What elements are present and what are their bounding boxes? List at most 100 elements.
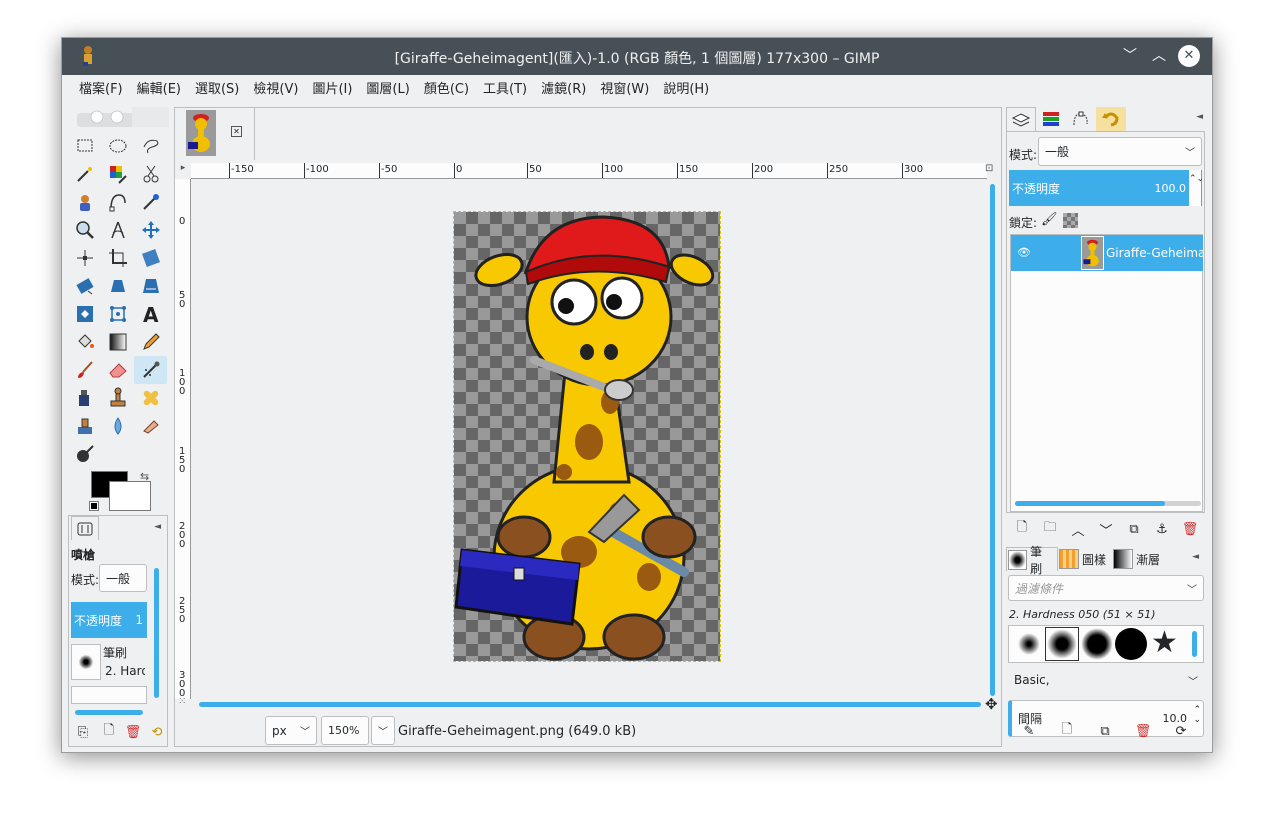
brush-dock-menu-arrow-icon[interactable]: ◄ <box>1192 552 1199 562</box>
quickmask-corner-icon[interactable]: ▸ <box>175 163 191 179</box>
measure-icon[interactable] <box>101 216 134 244</box>
blend-icon[interactable] <box>101 328 134 356</box>
fuzzy-select-icon[interactable] <box>68 160 101 188</box>
brush-filter-input[interactable]: 過濾條件 ﹀ <box>1008 575 1204 601</box>
unit-select[interactable]: px ﹀ <box>265 716 317 745</box>
brush-grid-scrollbar[interactable] <box>1192 631 1197 657</box>
opacity-slider[interactable]: 不透明度 1 <box>71 602 147 638</box>
select-by-color-icon[interactable] <box>101 160 134 188</box>
bucket-fill-icon[interactable] <box>68 328 101 356</box>
mode-select[interactable]: 一般 <box>99 564 147 592</box>
zoom-fit-icon[interactable]: ⊡ <box>985 163 999 177</box>
refresh-brushes-icon[interactable]: ⟳ <box>1162 719 1200 743</box>
perspective-clone-icon[interactable] <box>68 412 101 440</box>
options-hscrollbar[interactable] <box>75 710 143 715</box>
perspective-icon[interactable] <box>101 272 134 300</box>
duplicate-layer-icon[interactable]: ⧉ <box>1120 517 1148 541</box>
new-layer-group-icon[interactable]: 🗀 <box>1036 517 1064 541</box>
delete-layer-icon[interactable]: 🗑 <box>1176 517 1204 541</box>
transform-icon[interactable] <box>134 244 167 272</box>
rotate-icon[interactable] <box>68 272 101 300</box>
layer-mode-select[interactable]: 一般 ﹀ <box>1038 137 1202 166</box>
menu-view[interactable]: 檢視(V) <box>246 75 305 105</box>
color-picker-icon[interactable] <box>134 188 167 216</box>
duplicate-brush-icon[interactable]: ⧉ <box>1086 719 1124 743</box>
menu-file[interactable]: 檔案(F) <box>72 75 130 105</box>
paths-tab[interactable] <box>1066 107 1096 131</box>
warp-icon[interactable] <box>134 272 167 300</box>
menu-colors[interactable]: 顏色(C) <box>417 75 476 105</box>
clone-icon[interactable] <box>101 384 134 412</box>
size-field[interactable] <box>71 686 147 704</box>
canvas-area[interactable] <box>192 180 988 698</box>
brush-hardness-100[interactable] <box>1115 628 1147 660</box>
ellipse-select-icon[interactable] <box>101 132 134 160</box>
reset-options-icon[interactable]: ⟲ <box>145 720 169 744</box>
minimize-button[interactable]: ﹀ <box>1119 45 1141 67</box>
brush-tag-select[interactable]: Basic, ﹀ <box>1008 667 1204 693</box>
rect-select-icon[interactable] <box>68 132 101 160</box>
brush-star-icon[interactable]: ★ <box>1151 626 1178 660</box>
align-icon[interactable] <box>68 244 101 272</box>
options-scrollbar[interactable] <box>154 568 159 698</box>
visibility-eye-icon[interactable]: 👁 <box>1017 246 1031 259</box>
heal-icon[interactable] <box>134 384 167 412</box>
patterns-tab[interactable]: 圖樣 <box>1058 547 1112 571</box>
opacity-spin-icon[interactable]: ⌃⌄ <box>1189 170 1204 206</box>
menu-tools[interactable]: 工具(T) <box>476 75 534 105</box>
free-select-icon[interactable] <box>134 132 167 160</box>
dodge-burn-icon[interactable] <box>68 440 101 468</box>
layer-opacity-slider[interactable]: 不透明度 100.0 ⌃⌄ <box>1009 170 1204 206</box>
lock-alpha-icon[interactable] <box>1063 213 1078 228</box>
ink-icon[interactable] <box>68 384 101 412</box>
menu-edit[interactable]: 編輯(E) <box>130 75 188 105</box>
gradients-tab[interactable]: 漸層 <box>1112 547 1166 571</box>
close-tab-icon[interactable]: ✕ <box>231 126 242 137</box>
zoom-dropdown[interactable]: ﹀ <box>371 716 395 745</box>
cage-icon[interactable] <box>101 300 134 328</box>
eraser-icon[interactable] <box>101 356 134 384</box>
horizontal-scrollbar[interactable] <box>199 702 981 707</box>
zoom-field[interactable]: 150% <box>321 716 369 745</box>
restore-options-icon[interactable]: 🗋 <box>97 720 121 744</box>
new-brush-icon[interactable]: 🗋 <box>1048 719 1086 743</box>
paths-icon[interactable] <box>101 188 134 216</box>
tool-options-tab[interactable] <box>71 516 99 540</box>
layers-tab[interactable] <box>1006 107 1036 131</box>
new-layer-icon[interactable]: 🗋 <box>1008 517 1036 541</box>
image-tab[interactable]: ✕ <box>175 108 255 160</box>
flip-icon[interactable] <box>68 300 101 328</box>
layers-scrollbar[interactable] <box>1015 501 1165 506</box>
vertical-scrollbar[interactable] <box>990 184 995 696</box>
brush-hardness-075[interactable] <box>1081 628 1113 660</box>
menu-windows[interactable]: 視窗(W) <box>593 75 656 105</box>
edit-brush-icon[interactable]: ✎ <box>1010 719 1048 743</box>
scissors-select-icon[interactable] <box>134 160 167 188</box>
brushes-tab[interactable]: 筆刷 <box>1006 545 1058 576</box>
brush-hardness-050[interactable] <box>1045 627 1079 661</box>
menu-help[interactable]: 說明(H) <box>656 75 716 105</box>
background-color-swatch[interactable] <box>109 481 151 511</box>
channels-tab[interactable] <box>1036 107 1066 131</box>
anchor-layer-icon[interactable]: ⚓ <box>1148 517 1176 541</box>
menu-layer[interactable]: 圖層(L) <box>359 75 416 105</box>
undo-history-tab[interactable] <box>1096 107 1126 131</box>
pencil-icon[interactable] <box>134 328 167 356</box>
foreground-select-icon[interactable] <box>68 188 101 216</box>
menu-image[interactable]: 圖片(I) <box>305 75 359 105</box>
text-icon[interactable]: A <box>134 300 167 328</box>
delete-options-icon[interactable]: 🗑 <box>121 720 145 744</box>
default-colors-icon[interactable] <box>89 501 99 511</box>
crop-icon[interactable] <box>101 244 134 272</box>
move-icon[interactable] <box>134 216 167 244</box>
layer-row[interactable]: 👁 Giraffe-Geheimagent <box>1011 235 1204 271</box>
raise-layer-icon[interactable]: ︿ <box>1064 517 1092 541</box>
blur-icon[interactable] <box>101 412 134 440</box>
swap-colors-icon[interactable]: ⇆ <box>140 470 149 483</box>
panel-menu-arrow-icon[interactable]: ◄ <box>154 522 161 532</box>
delete-brush-icon[interactable]: 🗑 <box>1124 719 1162 743</box>
paintbrush-icon[interactable] <box>68 356 101 384</box>
dock-menu-arrow-icon[interactable]: ◄ <box>1196 112 1203 122</box>
brush-preview[interactable] <box>71 644 101 680</box>
menu-filters[interactable]: 濾鏡(R) <box>534 75 593 105</box>
